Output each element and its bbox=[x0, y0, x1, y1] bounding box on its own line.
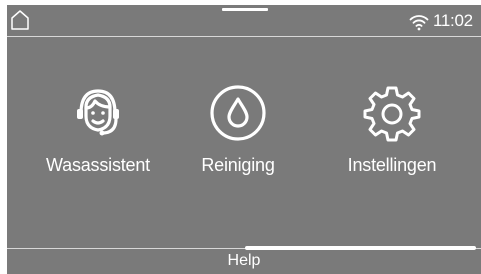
tile-label-instellingen: Instellingen bbox=[347, 155, 437, 175]
main-menu-screen: 11:02 Wasassistent Reiniging Instellinge… bbox=[7, 5, 481, 274]
status-bar-divider bbox=[7, 36, 481, 37]
clock-time: 11:02 bbox=[433, 11, 473, 30]
home-icon bbox=[11, 10, 29, 30]
headset-assistant-icon bbox=[77, 89, 119, 136]
gear-icon bbox=[363, 86, 421, 142]
tile-reiniging[interactable]: Reiniging bbox=[163, 83, 313, 183]
water-drop-icon bbox=[210, 85, 266, 141]
pull-down-handle[interactable] bbox=[222, 8, 268, 11]
tile-label-reiniging: Reiniging bbox=[201, 155, 275, 175]
help-button[interactable]: Help bbox=[7, 249, 481, 274]
home-button[interactable] bbox=[9, 9, 31, 31]
tile-instellingen[interactable]: Instellingen bbox=[317, 83, 467, 183]
wifi-icon bbox=[409, 15, 429, 31]
tile-label-wasassistent: Wasassistent bbox=[46, 155, 150, 175]
tile-wasassistent[interactable]: Wasassistent bbox=[23, 83, 173, 183]
